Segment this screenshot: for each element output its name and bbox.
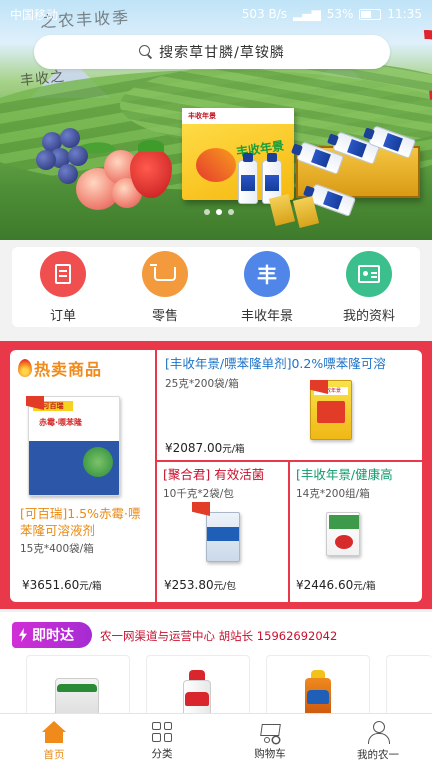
hot-section-title: 热卖商品 — [18, 356, 102, 380]
quick-nav-orders[interactable]: 订单 — [23, 250, 103, 324]
user-icon — [367, 720, 390, 744]
ground — [0, 200, 432, 240]
product-info: [可百瑞]1.5%赤霉·嘌苯隆可溶液剂 15克*400袋/箱 — [20, 505, 152, 556]
product-image: 可百瑞 赤霉·嘌苯隆 — [28, 396, 120, 496]
search-icon — [139, 45, 153, 59]
quick-nav-harvest[interactable]: 丰 丰收年景 — [227, 250, 307, 324]
product-title: [丰收年景/嘌苯隆单剂]0.2%嘌苯隆可溶 — [165, 356, 386, 371]
grape-shape — [68, 146, 88, 166]
tab-label: 首页 — [43, 748, 65, 761]
product-title: [聚合君] 有效活菌 — [163, 467, 265, 482]
quick-nav: 订单 零售 丰 丰收年景 我的资料 — [12, 247, 420, 327]
flame-icon — [18, 359, 32, 377]
tab-home[interactable]: 首页 — [0, 714, 108, 768]
instant-product-card[interactable] — [386, 655, 432, 719]
quick-nav-label: 零售 — [151, 308, 178, 324]
carrier-name: 中国移动 — [10, 7, 59, 22]
profile-card-icon — [346, 250, 392, 297]
product-spec: 14克*200组/箱 — [296, 488, 370, 500]
quick-nav-label: 我的资料 — [342, 308, 395, 324]
quick-nav-retail[interactable]: 零售 — [125, 250, 205, 324]
quick-nav-profile[interactable]: 我的资料 — [329, 250, 409, 324]
product-image — [326, 512, 360, 556]
instant-product-card[interactable] — [146, 655, 250, 720]
product-price: ¥3651.60元/箱 — [22, 578, 102, 592]
product-price: ¥2446.60元/箱 — [296, 578, 376, 592]
bottom-tab-bar: 首页 分类 购物车 我的农一 — [0, 713, 432, 768]
category-grid-icon — [152, 721, 172, 742]
battery-icon — [359, 8, 382, 20]
battery-percent: 53% — [326, 7, 354, 21]
grape-shape — [60, 128, 80, 148]
shopping-cart-icon — [258, 722, 282, 743]
bottle-image — [238, 153, 258, 204]
tab-label: 分类 — [151, 747, 173, 760]
home-icon — [42, 720, 66, 743]
instant-delivery-contact: 农一网渠道与运营中心 胡站长 15962692042 — [100, 629, 338, 643]
tab-label: 购物车 — [254, 747, 286, 760]
product-spec: 15克*400袋/箱 — [20, 543, 94, 555]
product-title: [可百瑞]1.5%赤霉·嘌苯隆可溶液剂 — [20, 506, 141, 538]
instant-product-card[interactable] — [266, 655, 370, 720]
network-speed: 503 B/s — [241, 7, 288, 21]
strawberry-shape — [130, 140, 172, 198]
search-placeholder: 搜索草甘膦/草铵膦 — [159, 45, 285, 61]
lightning-icon — [19, 628, 27, 642]
product-image — [206, 512, 240, 562]
product-spec: 25克*200袋/箱 — [165, 378, 239, 390]
status-bar: 中国移动 503 B/s ▂▄▆ 53% 11:35 — [0, 0, 432, 28]
instant-product-card[interactable] — [26, 655, 130, 719]
instant-delivery-title[interactable]: 即时达 — [12, 622, 92, 648]
tab-mine[interactable]: 我的农一 — [324, 714, 432, 768]
product-spec: 10千克*2袋/包 — [163, 488, 234, 500]
product-price: ¥2087.00元/箱 — [165, 441, 245, 455]
search-bar[interactable]: 搜索草甘膦/草铵膦 — [34, 35, 390, 69]
clock: 11:35 — [387, 7, 422, 21]
harvest-icon: 丰 — [244, 250, 290, 297]
signal-icon: ▂▄▆ — [293, 7, 321, 21]
grape-shape — [58, 164, 78, 184]
retail-cart-icon — [142, 250, 188, 297]
product-price: ¥253.80元/包 — [164, 578, 236, 592]
order-icon — [40, 250, 86, 297]
tab-label: 我的农一 — [357, 748, 399, 761]
carousel-indicator[interactable] — [204, 209, 234, 215]
quick-nav-label: 丰收年景 — [240, 308, 293, 324]
grape-shape — [36, 150, 56, 170]
product-title: [丰收年景/健康高 — [296, 467, 393, 482]
quick-nav-label: 订单 — [49, 308, 76, 324]
tab-category[interactable]: 分类 — [108, 714, 216, 768]
tab-cart[interactable]: 购物车 — [216, 714, 324, 768]
